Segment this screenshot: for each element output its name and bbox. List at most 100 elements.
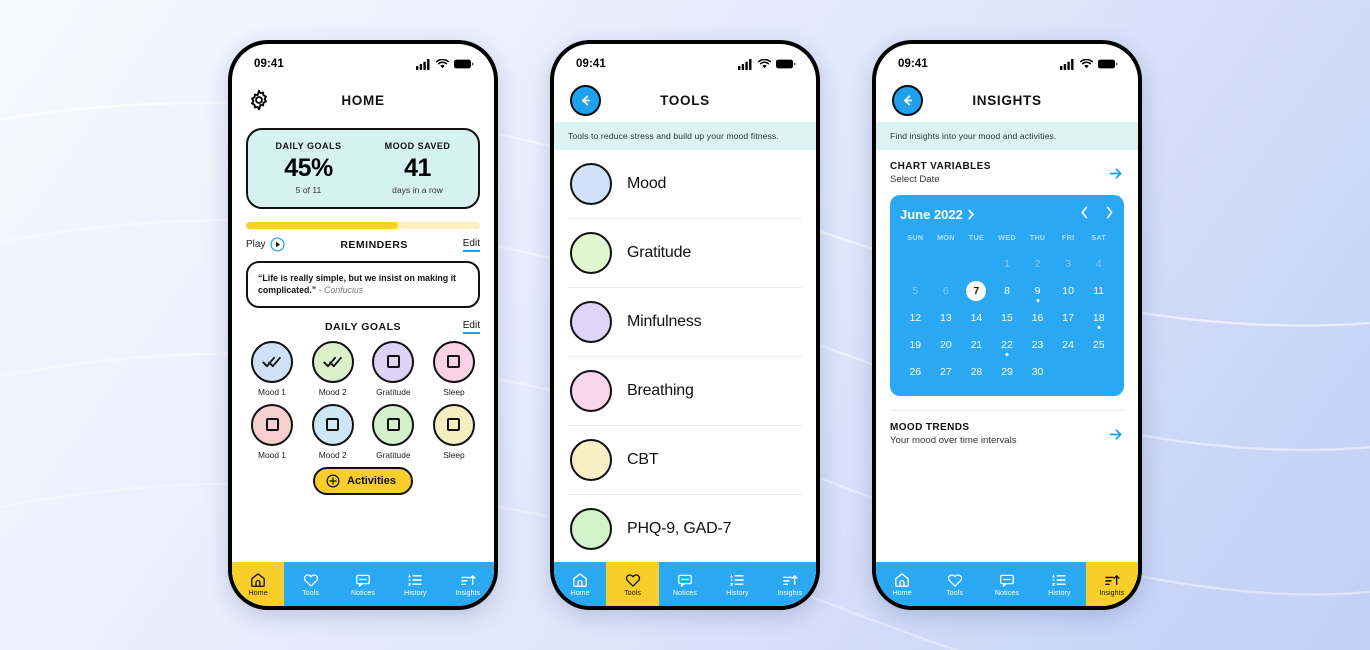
calendar-day[interactable]: 28 bbox=[961, 361, 992, 382]
nav-item-insights[interactable]: Insights bbox=[764, 562, 816, 606]
status-bar: 09:41 bbox=[876, 44, 1138, 78]
status-bar: 09:41 bbox=[554, 44, 816, 78]
daily-goal-circle[interactable] bbox=[372, 340, 415, 383]
daily-goal-item: Gratitude bbox=[367, 403, 419, 460]
battery-icon bbox=[776, 59, 796, 69]
tools-banner: Tools to reduce stress and build up your… bbox=[554, 122, 816, 150]
daily-goal-circle[interactable] bbox=[372, 403, 415, 446]
mood-trends-title: MOOD TRENDS bbox=[890, 422, 970, 433]
calendar-day[interactable]: 13 bbox=[931, 307, 962, 328]
daily-goal-circle[interactable] bbox=[311, 403, 354, 446]
tool-list-item[interactable]: PHQ-9, GAD-7 bbox=[568, 495, 802, 562]
nav-item-label: Tools bbox=[624, 589, 642, 597]
calendar-day[interactable]: 21 bbox=[961, 334, 992, 355]
daily-goal-circle[interactable] bbox=[311, 340, 354, 383]
calendar-day[interactable]: 11 bbox=[1083, 280, 1114, 301]
calendar-day[interactable]: 23 bbox=[1022, 334, 1053, 355]
tool-list-item[interactable]: Minfulness bbox=[568, 288, 802, 357]
calendar-day[interactable]: 16 bbox=[1022, 307, 1053, 328]
calendar-day[interactable]: 20 bbox=[931, 334, 962, 355]
calendar-prev-button[interactable] bbox=[1080, 206, 1089, 222]
daily-goal-item: Gratitude bbox=[367, 340, 419, 397]
daily-goal-circle[interactable] bbox=[251, 403, 293, 446]
mood-trends-row[interactable]: MOOD TRENDS Your mood over time interval… bbox=[876, 411, 1138, 456]
nav-item-tools[interactable]: Tools bbox=[928, 562, 980, 606]
nav-item-tools[interactable]: Tools bbox=[284, 562, 336, 606]
tool-name: PHQ-9, GAD-7 bbox=[627, 520, 732, 537]
bottom-nav: Home Tools Notices History Insights bbox=[554, 562, 816, 606]
calendar-day[interactable]: 12 bbox=[900, 307, 931, 328]
calendar-day[interactable]: 25 bbox=[1083, 334, 1114, 355]
back-button[interactable] bbox=[892, 84, 923, 116]
daily-goal-circle[interactable] bbox=[251, 340, 293, 383]
tool-name: Minfulness bbox=[627, 313, 702, 330]
nav-item-history[interactable]: History bbox=[711, 562, 763, 606]
calendar-day[interactable]: 15 bbox=[992, 307, 1023, 328]
calendar-day[interactable]: 27 bbox=[931, 361, 962, 382]
calendar-month-button[interactable]: June 2022 bbox=[900, 207, 975, 222]
tool-list-item[interactable]: Gratitude bbox=[568, 219, 802, 288]
daily-goals-header: DAILY GOALS Edit bbox=[246, 320, 480, 334]
calendar-day[interactable]: 29 bbox=[992, 361, 1023, 382]
nav-item-history[interactable]: History bbox=[1033, 562, 1085, 606]
calendar-day-selected[interactable]: 7 bbox=[961, 280, 992, 301]
chart-variables-row[interactable]: CHART VARIABLES Select Date bbox=[876, 150, 1138, 195]
cellular-signal-icon bbox=[738, 58, 752, 70]
calendar-event-dot bbox=[1036, 299, 1040, 302]
calendar-grid: SUN MON TUE WED THU FRI SAT 1 2 3 4 5 6 7 8 9 10 11 12 13 14… bbox=[900, 233, 1114, 382]
daily-goals-title: DAILY GOALS bbox=[324, 320, 402, 333]
nav-item-label: Insights bbox=[1099, 589, 1125, 597]
nav-item-notices[interactable]: Notices bbox=[981, 562, 1033, 606]
daily-goal-circle[interactable] bbox=[432, 403, 475, 446]
daily-goals-edit-link[interactable]: Edit bbox=[462, 320, 480, 334]
calendar-day-inactive: 4 bbox=[1095, 257, 1102, 270]
calendar-day-inactive: 6 bbox=[942, 284, 949, 297]
calendar-day[interactable]: 30 bbox=[1022, 361, 1053, 382]
reminders-edit-link[interactable]: Edit bbox=[462, 238, 480, 252]
nav-item-tools[interactable]: Tools bbox=[606, 562, 659, 606]
calendar-day[interactable]: 19 bbox=[900, 334, 931, 355]
calendar-day[interactable]: 14 bbox=[961, 307, 992, 328]
nav-item-history[interactable]: History bbox=[389, 562, 441, 606]
nav-item-home[interactable]: Home bbox=[232, 562, 285, 606]
nav-item-insights[interactable]: Insights bbox=[1085, 562, 1138, 606]
nav-item-notices[interactable]: Notices bbox=[659, 562, 711, 606]
calendar-day[interactable]: 10 bbox=[1053, 280, 1084, 301]
bottom-nav: Home Tools Notices History Insights bbox=[876, 562, 1138, 606]
chevron-right-icon bbox=[968, 209, 974, 219]
calendar-day[interactable]: 9 bbox=[1022, 280, 1053, 302]
calendar-day-of-week: MON bbox=[937, 233, 955, 242]
nav-item-label: Home bbox=[248, 589, 268, 597]
chevron-right-icon bbox=[1106, 206, 1113, 219]
daily-goal-circle[interactable] bbox=[432, 340, 475, 383]
calendar-day[interactable]: 26 bbox=[900, 361, 931, 382]
nav-item-home[interactable]: Home bbox=[554, 562, 606, 606]
sort-ascending-icon bbox=[460, 572, 476, 588]
daily-goal-item: Sleep bbox=[428, 403, 480, 460]
stat-value: 45% bbox=[284, 154, 333, 182]
nav-item-label: Tools bbox=[946, 589, 964, 597]
calendar-next-button[interactable] bbox=[1105, 206, 1114, 222]
calendar-day[interactable]: 17 bbox=[1053, 307, 1084, 328]
play-button[interactable]: Play bbox=[246, 237, 286, 252]
chevron-left-icon bbox=[1081, 206, 1088, 219]
quote-card: “Life is really simple, but we insist on… bbox=[246, 261, 480, 308]
back-button[interactable] bbox=[570, 84, 601, 116]
tool-list-item[interactable]: Breathing bbox=[568, 357, 802, 426]
calendar-day[interactable]: 22 bbox=[992, 334, 1023, 356]
status-time: 09:41 bbox=[254, 58, 284, 70]
calendar-day[interactable]: 24 bbox=[1053, 334, 1084, 355]
calendar-day[interactable]: 8 bbox=[992, 280, 1023, 301]
nav-item-home[interactable]: Home bbox=[876, 562, 928, 606]
gear-icon[interactable] bbox=[248, 89, 270, 111]
calendar-day[interactable]: 18 bbox=[1083, 307, 1114, 329]
tool-list-item[interactable]: CBT bbox=[568, 426, 802, 495]
arrow-right-icon bbox=[1109, 428, 1122, 440]
tool-color-circle bbox=[570, 370, 612, 412]
progress-fill bbox=[246, 222, 399, 229]
activities-button[interactable]: Activities bbox=[313, 466, 413, 495]
tool-list-item[interactable]: Mood bbox=[568, 150, 802, 219]
nav-item-insights[interactable]: Insights bbox=[442, 562, 494, 606]
tool-name: Mood bbox=[627, 175, 667, 192]
nav-item-notices[interactable]: Notices bbox=[337, 562, 389, 606]
